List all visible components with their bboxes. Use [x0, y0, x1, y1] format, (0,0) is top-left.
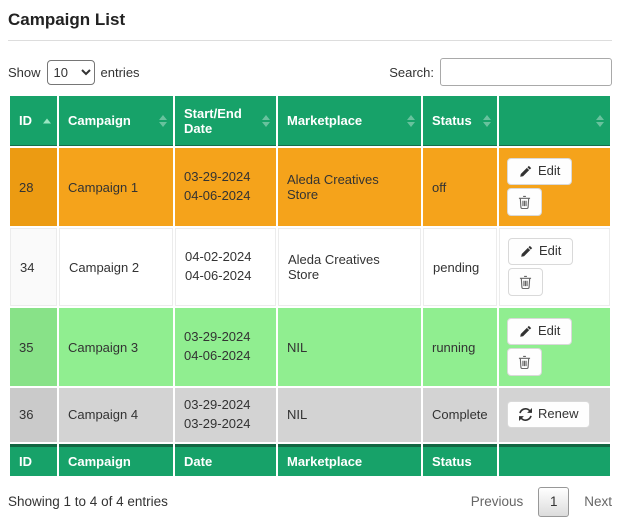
- pencil-icon: [519, 165, 532, 178]
- header-cell-marketplace[interactable]: Marketplace: [278, 96, 421, 146]
- pagination-page-1[interactable]: 1: [538, 487, 569, 517]
- delete-button[interactable]: [508, 268, 543, 296]
- divider: [8, 40, 612, 41]
- header-cell-campaign[interactable]: Campaign: [59, 96, 173, 146]
- refresh-icon: [519, 408, 532, 421]
- footer-cell-id: ID: [10, 444, 57, 476]
- footer-cell-marketplace: Marketplace: [278, 444, 421, 476]
- pagination-previous[interactable]: Previous: [471, 494, 524, 509]
- footer-cell-date: Date: [175, 444, 276, 476]
- footer-header-row: ID Campaign Date Marketplace Status: [10, 444, 610, 476]
- cell-id: 28: [10, 148, 57, 226]
- start-date: 03-29-2024: [184, 396, 267, 415]
- table-header: ID Campaign Start/End Date Marketplace S…: [10, 96, 610, 146]
- entries-select[interactable]: 10: [47, 60, 95, 85]
- cell-status: Complete: [423, 388, 497, 442]
- sort-both-icon: [596, 115, 604, 127]
- pencil-icon: [519, 325, 532, 338]
- header-cell-start-end-date[interactable]: Start/End Date: [175, 96, 276, 146]
- table-controls: Show 10 entries Search:: [8, 58, 612, 86]
- sort-both-icon: [262, 115, 270, 127]
- cell-status: off: [423, 148, 497, 226]
- table-row: 34 Campaign 2 04-02-2024 04-06-2024 Aled…: [10, 228, 610, 306]
- end-date: 04-06-2024: [184, 187, 267, 206]
- cell-marketplace: NIL: [278, 388, 421, 442]
- entries-label: entries: [101, 65, 140, 80]
- header-row: ID Campaign Start/End Date Marketplace S…: [10, 96, 610, 146]
- cell-campaign: Campaign 4: [59, 388, 173, 442]
- cell-actions: Edit: [499, 228, 610, 306]
- edit-button[interactable]: Edit: [507, 158, 572, 185]
- edit-button[interactable]: Edit: [508, 238, 573, 265]
- cell-dates: 03-29-2024 04-06-2024: [175, 308, 276, 386]
- show-entries-control: Show 10 entries: [8, 60, 140, 85]
- footer-cell-campaign: Campaign: [59, 444, 173, 476]
- delete-button[interactable]: [507, 188, 542, 216]
- end-date: 03-29-2024: [184, 415, 267, 434]
- cell-marketplace: NIL: [278, 308, 421, 386]
- cell-dates: 04-02-2024 04-06-2024: [175, 228, 276, 306]
- trash-icon: [518, 355, 531, 369]
- cell-campaign: Campaign 1: [59, 148, 173, 226]
- start-date: 04-02-2024: [185, 248, 266, 267]
- cell-campaign: Campaign 3: [59, 308, 173, 386]
- cell-actions: Edit: [499, 148, 610, 226]
- cell-dates: 03-29-2024 03-29-2024: [175, 388, 276, 442]
- cell-status: running: [423, 308, 497, 386]
- campaign-table: ID Campaign Start/End Date Marketplace S…: [8, 94, 612, 478]
- cell-id: 35: [10, 308, 57, 386]
- pencil-icon: [520, 245, 533, 258]
- delete-button[interactable]: [507, 348, 542, 376]
- header-cell-status[interactable]: Status: [423, 96, 497, 146]
- cell-marketplace: Aleda Creatives Store: [278, 228, 421, 306]
- header-cell-id[interactable]: ID: [10, 96, 57, 146]
- search-label: Search:: [389, 65, 434, 80]
- cell-id: 36: [10, 388, 57, 442]
- cell-actions: Edit: [499, 308, 610, 386]
- table-footer-header: ID Campaign Date Marketplace Status: [10, 444, 610, 476]
- start-date: 03-29-2024: [184, 168, 267, 187]
- header-cell-actions[interactable]: [499, 96, 610, 146]
- trash-icon: [519, 275, 532, 289]
- cell-dates: 03-29-2024 04-06-2024: [175, 148, 276, 226]
- edit-button[interactable]: Edit: [507, 318, 572, 345]
- cell-id: 34: [10, 228, 57, 306]
- renew-button[interactable]: Renew: [507, 401, 590, 428]
- show-label: Show: [8, 65, 41, 80]
- cell-status: pending: [423, 228, 497, 306]
- end-date: 04-06-2024: [185, 267, 266, 286]
- start-date: 03-29-2024: [184, 328, 267, 347]
- table-body: 28 Campaign 1 03-29-2024 04-06-2024 Aled…: [10, 148, 610, 442]
- cell-actions: Renew: [499, 388, 610, 442]
- sort-asc-icon: [43, 118, 51, 123]
- search-input[interactable]: [440, 58, 612, 86]
- end-date: 04-06-2024: [184, 347, 267, 366]
- footer-cell-actions: [499, 444, 610, 476]
- cell-marketplace: Aleda Creatives Store: [278, 148, 421, 226]
- trash-icon: [518, 195, 531, 209]
- table-info-bar: Showing 1 to 4 of 4 entries Previous 1 N…: [8, 487, 612, 517]
- sort-both-icon: [159, 115, 167, 127]
- sort-both-icon: [483, 115, 491, 127]
- table-row: 36 Campaign 4 03-29-2024 03-29-2024 NIL …: [10, 388, 610, 442]
- table-row: 28 Campaign 1 03-29-2024 04-06-2024 Aled…: [10, 148, 610, 226]
- pagination-next[interactable]: Next: [584, 494, 612, 509]
- footer-cell-status: Status: [423, 444, 497, 476]
- results-summary: Showing 1 to 4 of 4 entries: [8, 494, 168, 509]
- cell-campaign: Campaign 2: [59, 228, 173, 306]
- table-row: 35 Campaign 3 03-29-2024 04-06-2024 NIL …: [10, 308, 610, 386]
- pagination: Previous 1 Next: [471, 487, 612, 517]
- search-control: Search:: [389, 58, 612, 86]
- page-title: Campaign List: [8, 10, 612, 30]
- sort-both-icon: [407, 115, 415, 127]
